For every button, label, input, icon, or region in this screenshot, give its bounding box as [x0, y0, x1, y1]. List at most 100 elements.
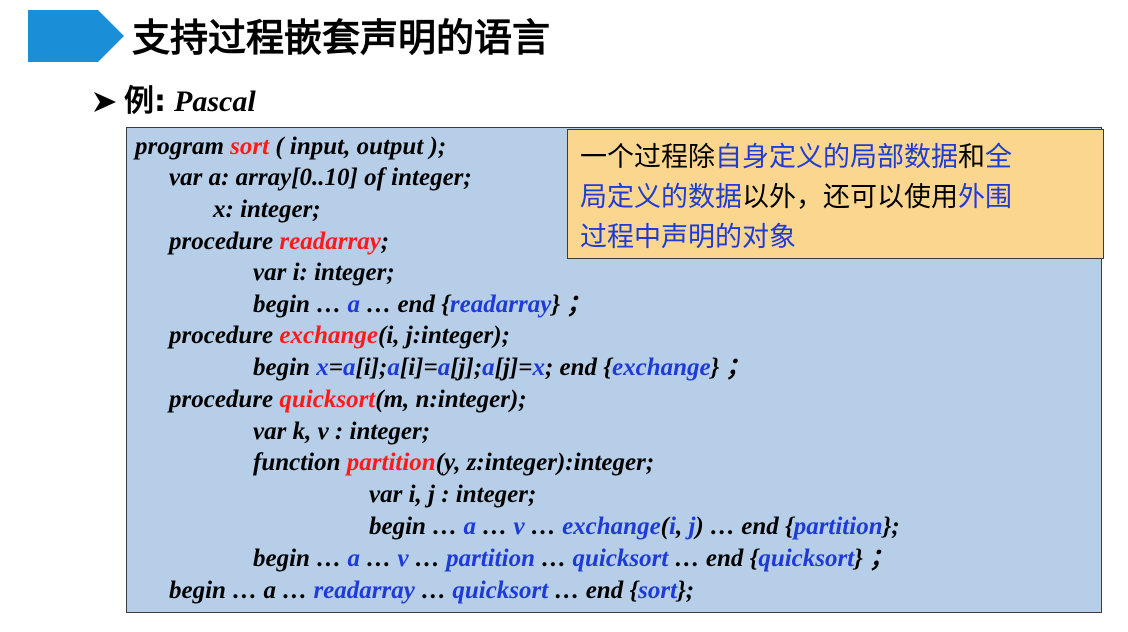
code-token: … end { [548, 577, 639, 604]
code-token: a [387, 354, 400, 381]
example-language: Pascal [174, 85, 256, 118]
code-token: begin … [369, 513, 464, 540]
code-token: } ； [854, 545, 895, 572]
title-bar-arrow-icon [28, 10, 124, 62]
code-token: [j]; [450, 354, 483, 381]
code-token: exchange [562, 513, 661, 540]
code-token: partition [346, 449, 436, 476]
code-token: a [347, 291, 360, 318]
code-token: readarray [449, 291, 552, 318]
code-line: function partition(y, z:integer):integer… [253, 447, 654, 479]
code-token: : integer; [225, 196, 321, 223]
code-token: ; [380, 228, 390, 255]
code-token: , [675, 513, 689, 540]
code-token: function [253, 449, 347, 476]
code-token: x [213, 196, 226, 223]
code-token: : array[0..10] [221, 164, 365, 191]
code-token: … [359, 545, 398, 572]
code-token: ( [660, 513, 669, 540]
code-token: readarray [279, 228, 381, 255]
code-token: begin … [253, 291, 348, 318]
code-token: a [347, 545, 360, 572]
code-token: sort [230, 133, 270, 160]
code-token: partition [446, 545, 535, 572]
code-token: quicksort [572, 545, 669, 572]
code-line: var a: array[0..10] of integer; [169, 162, 472, 194]
note-text: 以外，还可以使用 [742, 182, 958, 213]
code-token: (i, j:integer); [378, 322, 510, 349]
code-token: … end { [668, 545, 759, 572]
code-token: begin … a … [169, 577, 314, 604]
code-line: begin … a … readarray … quicksort … end … [169, 575, 694, 607]
code-token: … [414, 577, 453, 604]
code-token: … [475, 513, 514, 540]
code-token: i [669, 513, 676, 540]
code-token: } ； [551, 291, 592, 318]
code-token: … end { [359, 291, 450, 318]
note-line: 局定义的数据以外，还可以使用外围 [580, 178, 1095, 218]
code-line: var i: integer; [253, 257, 395, 289]
code-token: of integer; [364, 164, 472, 191]
code-line: procedure readarray; [169, 226, 389, 258]
code-token: var a [169, 164, 222, 191]
code-token: (m, n:integer); [375, 386, 527, 413]
page-title: 支持过程嵌套声明的语言 [132, 16, 551, 60]
example-heading: 例: Pascal [92, 82, 256, 122]
code-token: quicksort [452, 577, 549, 604]
code-line: procedure exchange(i, j:integer); [169, 320, 510, 352]
code-token: = [328, 354, 343, 381]
code-token: }; [882, 513, 900, 540]
code-token: begin … [253, 545, 348, 572]
code-line: procedure quicksort(m, n:integer); [169, 384, 527, 416]
code-token: var i, j : integer; [369, 481, 537, 508]
note-text: 局定义的数据 [580, 182, 742, 213]
note-text: 和 [958, 142, 985, 173]
code-token: … [408, 545, 447, 572]
note-text: 一个过程除 [580, 142, 715, 173]
code-token: v [397, 545, 409, 572]
code-token: a [342, 354, 356, 381]
code-token: program [135, 133, 231, 160]
code-token: readarray [313, 577, 415, 604]
code-token: exchange [279, 322, 379, 349]
code-line: x: integer; [213, 194, 321, 226]
code-line: begin x=a[i];a[i]=a[j];a[j]=x; end {exch… [253, 352, 751, 384]
arrow-bullet-icon [94, 92, 116, 112]
code-line: begin … a … v … partition … quicksort … … [253, 543, 894, 575]
code-token: : integer; [299, 259, 395, 286]
code-token: partition [793, 513, 883, 540]
code-token: [i]; [355, 354, 388, 381]
note-text: 外围 [958, 182, 1012, 213]
code-token: ; end { [544, 354, 613, 381]
code-token: ) … end { [695, 513, 794, 540]
code-token: procedure [169, 322, 280, 349]
code-token: x [316, 354, 329, 381]
code-token: [j]= [494, 354, 533, 381]
code-token: … [524, 513, 563, 540]
code-token: var i [253, 259, 300, 286]
note-line: 过程中声明的对象 [580, 218, 1095, 258]
note-text: 自身定义的局部数据 [715, 142, 958, 173]
code-token: a [437, 354, 451, 381]
code-token: … [534, 545, 573, 572]
code-token: var k, v : integer; [253, 418, 431, 445]
code-token: x [532, 354, 545, 381]
code-token: begin [253, 354, 317, 381]
example-prefix: 例: [124, 84, 166, 119]
code-line: begin … a … end {readarray} ； [253, 289, 591, 321]
code-token: }; [677, 577, 695, 604]
code-line: program sort ( input, output ); [135, 131, 446, 163]
code-token: sort [638, 577, 678, 604]
code-token: a [463, 513, 476, 540]
code-token: procedure [169, 228, 280, 255]
code-token: quicksort [758, 545, 855, 572]
code-token: exchange [612, 354, 711, 381]
code-token: ( input, output ); [269, 133, 447, 160]
code-token: [i]= [399, 354, 438, 381]
code-token: a [482, 354, 495, 381]
note-text: 过程中声明的对象 [580, 222, 796, 253]
code-token: procedure [169, 386, 280, 413]
code-line: var i, j : integer; [369, 479, 536, 511]
code-line: var k, v : integer; [253, 416, 430, 448]
note-line: 一个过程除自身定义的局部数据和全 [580, 138, 1095, 178]
